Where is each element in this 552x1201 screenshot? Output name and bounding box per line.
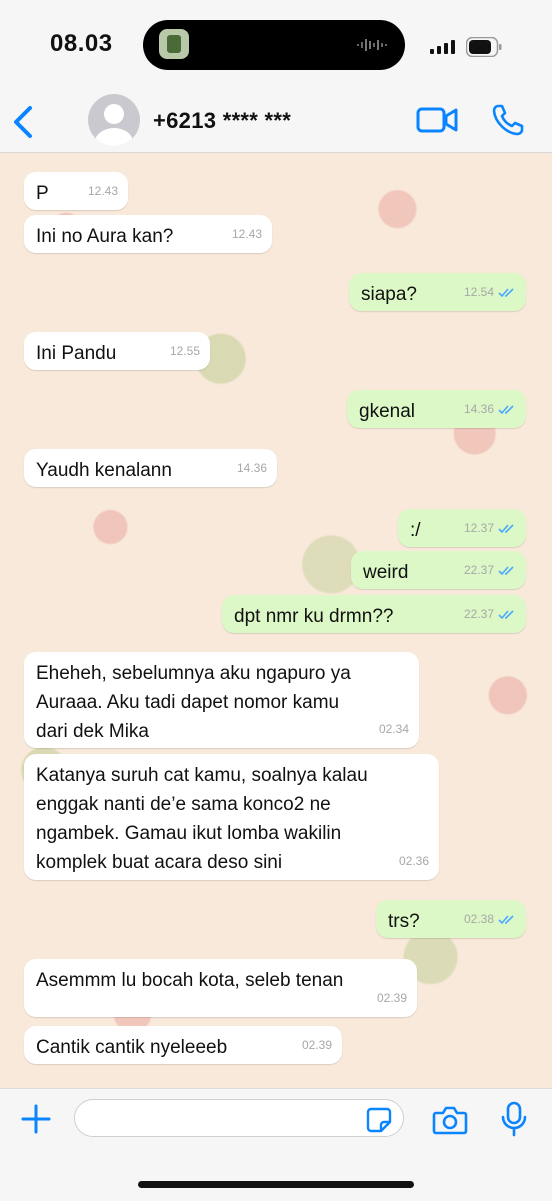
- message-time: 02.34: [378, 722, 409, 736]
- message-time: 02.39: [301, 1038, 332, 1052]
- home-indicator[interactable]: [138, 1181, 414, 1188]
- message-text: Eheheh, sebelumnya aku ngapuro ya Auraaa…: [36, 663, 351, 742]
- cellular-signal-icon: [430, 40, 455, 54]
- message-bubble-incoming[interactable]: P 12.43: [24, 172, 128, 210]
- message-bubble-outgoing[interactable]: :/ 12.37: [398, 509, 526, 547]
- message-text: Asemmm lu bocah kota, seleb tenan: [36, 970, 344, 991]
- message-text: siapa?: [361, 284, 417, 305]
- chat-header: +6213 **** ***: [0, 90, 552, 153]
- message-bubble-outgoing[interactable]: dpt nmr ku drmn?? 22.37: [222, 595, 526, 633]
- message-text: Katanya suruh cat kamu, soalnya kalau en…: [36, 765, 368, 873]
- message-time: 02.38: [463, 912, 494, 926]
- message-text: Ini no Aura kan?: [36, 226, 174, 247]
- message-text: Cantik cantik nyeleeeb: [36, 1037, 228, 1058]
- now-playing-thumbnail: [159, 29, 189, 59]
- avatar-placeholder-icon: [95, 104, 133, 146]
- message-bubble-incoming[interactable]: Eheheh, sebelumnya aku ngapuro ya Auraaa…: [24, 652, 419, 748]
- double-check-icon: [498, 405, 514, 415]
- double-check-icon: [498, 566, 514, 576]
- double-check-icon: [498, 915, 514, 925]
- message-bubble-outgoing[interactable]: weird 22.37: [351, 551, 526, 589]
- audio-wave-icon: [357, 39, 387, 51]
- message-time: 02.39: [376, 991, 407, 1005]
- message-input[interactable]: [74, 1099, 404, 1137]
- message-time: 12.43: [87, 184, 118, 198]
- composer-bar: [0, 1088, 552, 1201]
- message-bubble-incoming[interactable]: Katanya suruh cat kamu, soalnya kalau en…: [24, 754, 439, 880]
- chat-area[interactable]: P 12.43 Ini no Aura kan? 12.43 siapa? 12…: [0, 153, 552, 1088]
- status-time: 08.03: [50, 30, 113, 57]
- message-bubble-incoming[interactable]: Yaudh kenalann 14.36: [24, 449, 277, 487]
- message-bubble-incoming[interactable]: Ini no Aura kan? 12.43: [24, 215, 272, 253]
- message-text: weird: [363, 562, 409, 583]
- camera-icon[interactable]: [432, 1105, 468, 1135]
- message-time: 12.43: [231, 227, 262, 241]
- avatar[interactable]: [88, 94, 140, 146]
- back-chevron-icon[interactable]: [8, 102, 40, 142]
- microphone-icon[interactable]: [500, 1101, 528, 1137]
- message-text: dpt nmr ku drmn??: [234, 606, 394, 627]
- message-text: Yaudh kenalann: [36, 460, 172, 481]
- double-check-icon: [498, 288, 514, 298]
- message-time: 14.36: [463, 402, 494, 416]
- message-text: P: [36, 183, 49, 204]
- phone-icon[interactable]: [490, 102, 526, 138]
- message-bubble-incoming[interactable]: Ini Pandu 12.55: [24, 332, 210, 370]
- message-time: 12.55: [169, 344, 200, 358]
- message-bubble-outgoing[interactable]: gkenal 14.36: [347, 390, 526, 428]
- battery-icon: [466, 37, 502, 57]
- message-bubble-incoming[interactable]: Asemmm lu bocah kota, seleb tenan 02.39: [24, 959, 417, 1017]
- message-bubble-outgoing[interactable]: siapa? 12.54: [349, 273, 526, 311]
- message-time: 12.37: [463, 521, 494, 535]
- status-bar: 08.03: [0, 0, 552, 90]
- dynamic-island[interactable]: [143, 20, 405, 70]
- message-time: 14.36: [236, 461, 267, 475]
- message-text: gkenal: [359, 401, 415, 422]
- message-text: :/: [410, 520, 421, 541]
- message-bubble-outgoing[interactable]: trs? 02.38: [376, 900, 526, 938]
- message-text: trs?: [388, 911, 420, 932]
- contact-name[interactable]: +6213 **** ***: [153, 108, 291, 134]
- message-time: 12.54: [463, 285, 494, 299]
- video-call-icon[interactable]: [416, 104, 458, 136]
- sticker-icon[interactable]: [366, 1107, 392, 1133]
- message-bubble-incoming[interactable]: Cantik cantik nyeleeeb 02.39: [24, 1026, 342, 1064]
- message-time: 02.36: [398, 854, 429, 868]
- plus-icon[interactable]: [20, 1103, 52, 1135]
- message-text: Ini Pandu: [36, 343, 117, 364]
- double-check-icon: [498, 524, 514, 534]
- double-check-icon: [498, 610, 514, 620]
- message-time: 22.37: [463, 563, 494, 577]
- message-time: 22.37: [463, 607, 494, 621]
